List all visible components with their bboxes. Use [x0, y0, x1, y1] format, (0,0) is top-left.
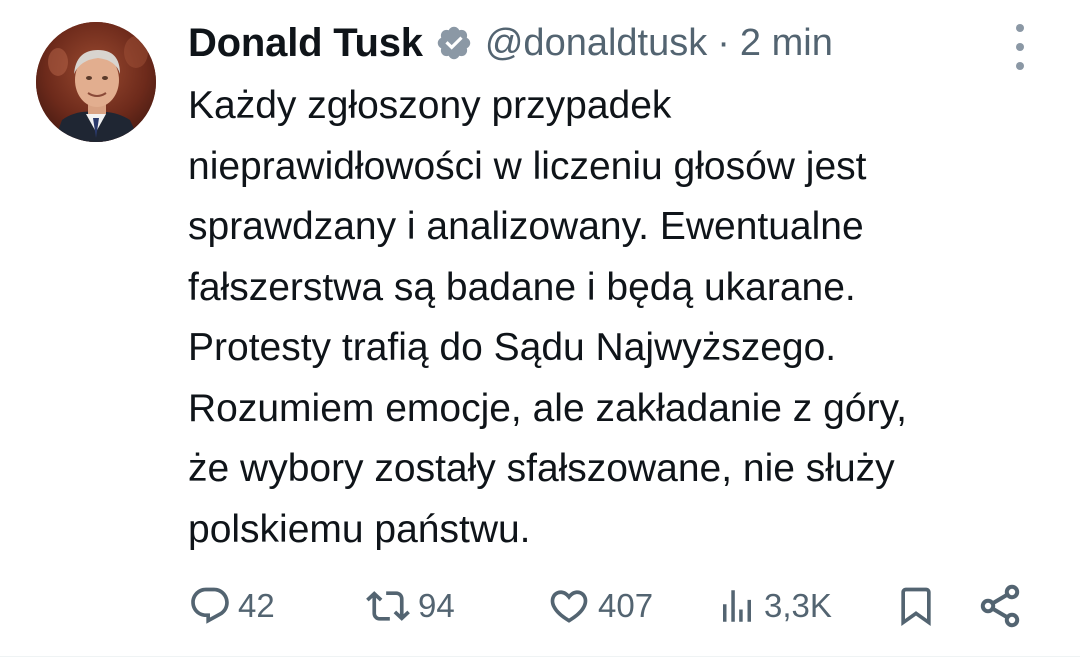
tweet-text: Każdy zgłoszony przypadek nieprawidłowoś…: [188, 84, 907, 551]
views-button[interactable]: 3,3K: [716, 582, 832, 630]
reply-count: 42: [238, 587, 275, 624]
post-timestamp[interactable]: 2 min: [740, 22, 833, 65]
bookmark-button[interactable]: [894, 582, 938, 630]
share-icon: [980, 584, 1020, 628]
views-count: 3,3K: [764, 587, 832, 624]
bookmark-icon: [901, 587, 931, 627]
share-button[interactable]: [976, 582, 1024, 630]
tweet: Donald Tusk @donaldtusk · 2 min Każdy zg…: [0, 0, 1080, 660]
tweet-actions: 42 94 407 3,3K: [0, 582, 1080, 630]
tweet-header: Donald Tusk @donaldtusk · 2 min: [188, 16, 833, 70]
author-handle[interactable]: @donaldtusk: [485, 22, 707, 65]
reply-icon: [191, 587, 229, 624]
divider: [0, 656, 1080, 657]
reply-button[interactable]: 42: [188, 582, 275, 630]
repost-icon: [366, 591, 410, 621]
repost-count: 94: [418, 587, 455, 624]
profile-photo: [36, 22, 156, 142]
like-button[interactable]: 407: [546, 582, 653, 630]
author-avatar[interactable]: [36, 22, 156, 142]
repost-button[interactable]: 94: [364, 582, 455, 630]
author-display-name[interactable]: Donald Tusk: [188, 21, 423, 66]
views-icon: [723, 590, 751, 622]
verified-badge-icon[interactable]: [435, 24, 473, 62]
heart-icon: [550, 590, 588, 623]
header-separator: ·: [717, 21, 730, 64]
like-count: 407: [598, 587, 654, 624]
more-options-icon[interactable]: [1006, 24, 1034, 70]
